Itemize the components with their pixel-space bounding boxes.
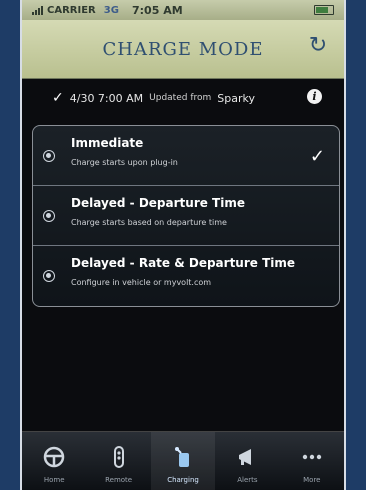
- tab-more[interactable]: More: [280, 432, 344, 490]
- option-description: Charge starts upon plug-in: [71, 158, 178, 167]
- update-status: ✓ 4/30 7:00 AM Updated from Sparky: [52, 90, 255, 106]
- key-fob-icon: [106, 444, 132, 470]
- selected-checkmark-icon: ✓: [309, 146, 325, 167]
- tab-home[interactable]: Home: [22, 432, 86, 490]
- option-label: Delayed - Departure Time: [71, 196, 245, 210]
- update-timestamp: 4/30 7:00 AM: [69, 91, 144, 105]
- radio-button[interactable]: [43, 209, 55, 222]
- network-type: 3G: [103, 4, 119, 16]
- tab-remote[interactable]: Remote: [86, 432, 150, 490]
- status-bar: CARRIER 3G 7:05 AM: [22, 0, 344, 20]
- option-immediate[interactable]: Immediate Charge starts upon plug-in ✓: [33, 126, 339, 186]
- radio-button[interactable]: [43, 149, 55, 162]
- tab-bar: Home Remote Charging Alerts More: [22, 431, 344, 490]
- option-label: Immediate: [71, 136, 144, 150]
- steering-wheel-icon: [41, 444, 67, 470]
- tab-label: Remote: [105, 476, 133, 484]
- signal-strength-icon: [32, 5, 43, 15]
- tab-charging[interactable]: Charging: [150, 432, 216, 490]
- option-delayed-departure[interactable]: Delayed - Departure Time Charge starts b…: [33, 186, 339, 246]
- phone-screen: CARRIER 3G 7:05 AM CHARGE MODE ↻ ✓ 4/30 …: [20, 0, 346, 490]
- charging-plug-icon: [170, 444, 196, 470]
- ellipsis-icon: [299, 444, 325, 470]
- option-label: Delayed - Rate & Departure Time: [71, 256, 296, 270]
- tab-label: Home: [43, 476, 65, 484]
- tab-label: Alerts: [237, 476, 258, 484]
- checkmark-icon: ✓: [52, 90, 64, 106]
- charge-mode-options: Immediate Charge starts upon plug-in ✓ D…: [32, 125, 340, 307]
- carrier-name: CARRIER: [47, 4, 96, 16]
- info-icon[interactable]: i: [307, 89, 322, 104]
- megaphone-icon: [234, 444, 260, 470]
- option-description: Charge starts based on departure time: [71, 218, 227, 227]
- page-title: CHARGE MODE: [102, 38, 264, 60]
- refresh-icon[interactable]: ↻: [306, 34, 330, 58]
- title-bar: CHARGE MODE ↻: [22, 20, 344, 79]
- tab-alerts[interactable]: Alerts: [215, 432, 279, 490]
- radio-button[interactable]: [43, 269, 55, 282]
- update-source-label: Updated from: [149, 93, 212, 103]
- status-time: 7:05 AM: [132, 3, 183, 17]
- tab-label: More: [303, 476, 321, 484]
- option-description: Configure in vehicle or myvolt.com: [71, 278, 212, 287]
- tab-label: Charging: [167, 476, 199, 484]
- battery-icon: [314, 5, 334, 15]
- option-delayed-rate-departure[interactable]: Delayed - Rate & Departure Time Configur…: [33, 246, 339, 305]
- update-source-name: Sparky: [217, 91, 255, 105]
